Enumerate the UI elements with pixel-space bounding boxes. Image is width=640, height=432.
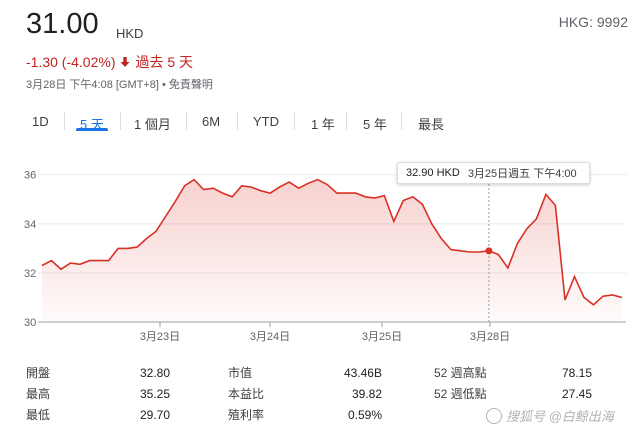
arrow-down-icon (120, 57, 130, 67)
stat-value: 39.82 (351, 386, 382, 401)
y-tick-label: 36 (24, 170, 36, 182)
stat-label: 最高 (26, 387, 51, 401)
tab-5d[interactable]: 5 天 (74, 110, 110, 137)
tab-divider (237, 112, 238, 130)
price-area (42, 179, 622, 322)
hover-point (485, 247, 493, 255)
stat-label: 本益比 (228, 387, 265, 401)
tab-divider (186, 112, 187, 130)
y-tick-label: 30 (24, 317, 36, 329)
tab-divider (401, 112, 402, 130)
tooltip-date: 3月25日週五 下午4:00 (467, 168, 577, 180)
change-period: 過去 5 天 (135, 54, 194, 70)
watermark-text: 搜狐号 @白鲸出海 (506, 409, 614, 424)
tab-divider (346, 112, 347, 130)
stat-label: 市值 (228, 366, 253, 380)
tab-1d[interactable]: 1D (26, 110, 55, 133)
stat-label: 開盤 (26, 366, 51, 380)
stat-label: 52 週高點 (434, 366, 487, 380)
sohu-logo-icon (486, 407, 502, 424)
chart-tooltip: 32.90 HKD 3月25日週五 下午4:00 (397, 162, 590, 184)
stat-value: 0.59% (347, 407, 382, 422)
tab-1y[interactable]: 1 年 (305, 110, 341, 137)
stat-label: 最低 (26, 408, 51, 422)
change-value: -1.30 (-4.02%) (26, 54, 116, 70)
tab-5y[interactable]: 5 年 (357, 110, 393, 137)
stat-value: 29.70 (139, 407, 170, 422)
currency-label: HKD (116, 26, 144, 41)
stat-label: 殖利率 (228, 408, 265, 422)
stat-value: 35.25 (139, 386, 170, 401)
ticker-label: HKG: 9992 (558, 14, 628, 30)
y-tick-label: 34 (24, 219, 36, 231)
stat-value: 32.80 (139, 365, 170, 380)
tab-divider (294, 112, 295, 130)
stat-value: 78.15 (561, 365, 592, 380)
y-tick-label: 32 (24, 268, 36, 280)
x-tick-label: 3月25日 (362, 331, 402, 343)
price-value: 31.00 (26, 8, 99, 40)
tab-ytd[interactable]: YTD (247, 110, 285, 133)
tab-max[interactable]: 最長 (412, 110, 450, 137)
tab-divider (120, 112, 121, 130)
watermark: 搜狐号 @白鲸出海 (486, 406, 614, 425)
tab-divider (64, 112, 65, 130)
price-change: -1.30 (-4.02%) 過去 5 天 (26, 52, 193, 72)
tab-1m[interactable]: 1 個月 (128, 110, 177, 137)
stat-value: 27.45 (561, 386, 592, 401)
active-tab-indicator (76, 128, 108, 131)
stat-value: 43.46B (343, 365, 382, 380)
x-tick-label: 3月23日 (140, 331, 180, 343)
tab-6m[interactable]: 6M (196, 110, 226, 133)
stat-label: 52 週低點 (434, 387, 487, 401)
tooltip-value: 32.90 HKD (406, 167, 460, 179)
x-tick-label: 3月24日 (250, 331, 290, 343)
timestamp-disclaimer[interactable]: 3月28日 下午4:08 [GMT+8] • 免責聲明 (26, 76, 213, 92)
x-tick-label: 3月28日 (470, 331, 510, 343)
